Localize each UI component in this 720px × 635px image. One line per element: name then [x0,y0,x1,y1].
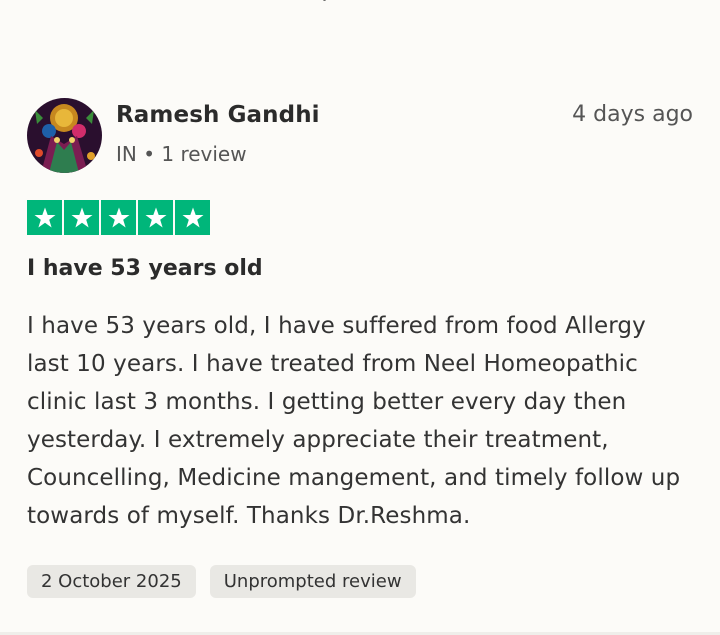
unprompted-review-badge[interactable]: Unprompted review [209,565,416,598]
star-icon [175,200,210,235]
avatar[interactable] [27,98,102,173]
review-date-ago: 4 days ago [572,102,693,127]
top-edge-dot [323,0,326,1]
avatar-image [27,98,102,173]
star-icon [138,200,173,235]
star-icon [64,200,99,235]
review-body: I have 53 years old, I have suffered fro… [27,313,681,529]
reviewer-name[interactable]: Ramesh Gandhi [116,102,572,128]
reviewer-info: Ramesh Gandhi IN • 1 review [116,97,572,166]
star-rating [27,200,693,235]
review-header: Ramesh Gandhi IN • 1 review 4 days ago [27,97,693,175]
star-icon [101,200,136,235]
reviewer-meta: IN • 1 review [116,142,247,166]
star-icon [27,200,62,235]
review-card: Ramesh Gandhi IN • 1 review 4 days ago I… [27,97,693,598]
review-title: I have 53 years old [27,256,263,281]
date-of-experience-badge: 2 October 2025 [27,565,196,598]
review-tags: 2 October 2025 Unprompted review [27,565,693,598]
